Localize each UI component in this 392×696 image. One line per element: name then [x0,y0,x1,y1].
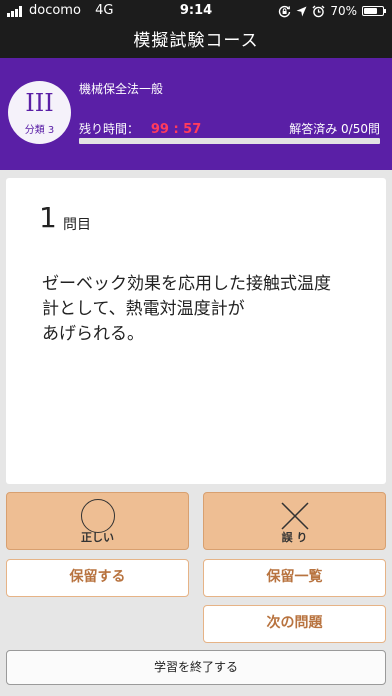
circle-icon [80,499,115,533]
battery-level [364,8,377,14]
remaining-time-value: 99 : 57 [150,122,202,137]
nav-title: 模擬試験コース [133,31,259,51]
cross-icon [280,502,309,530]
battery-percent: 70% [330,4,357,18]
battery-icon [362,6,386,16]
wrong-button-label: 誤 り [281,531,308,544]
category-badge: III 分類 3 [8,81,71,144]
progress-bar [79,138,380,144]
next-question-button-label: 次の問題 [266,615,323,631]
correct-button-label: 正しい [81,531,114,544]
hold-list-button[interactable]: 保留一覧 [203,559,386,597]
wrong-button[interactable]: 誤 り [203,492,386,550]
top-bar: docomo 4G 9:14 70% 模擬試験コース [0,0,392,58]
question-card: 1 問目 ゼーベック効果を応用した接触式温度 計として、熱電対温度計が あげられ… [6,178,386,484]
question-number-label: 問目 [63,217,91,233]
remaining-time-label: 残り時間： [79,122,140,136]
hold-button-label: 保留する [69,569,126,585]
status-icons: 70% [278,3,386,19]
answered-count: 解答済み 0/50問 [289,122,380,136]
remaining-time: 残り時間： 99 : 57 [79,120,201,137]
alarm-icon [312,5,325,17]
question-text: ゼーベック効果を応用した接触式温度 計として、熱電対温度計が あげられる。 [42,274,331,344]
status-bar: docomo 4G 9:14 70% [0,0,392,22]
category-numeral: III [25,89,54,117]
exam-header: III 分類 3 機械保全法一般 残り時間： 99 : 57 解答済み 0/50… [0,58,392,170]
category-label: 分類 3 [24,125,55,136]
correct-button[interactable]: 正しい [6,492,189,550]
lock-rotation-icon [279,5,291,17]
subject-title: 機械保全法一般 [79,82,164,96]
hold-button[interactable]: 保留する [6,559,189,597]
location-arrow-icon [296,6,307,16]
hold-list-button-label: 保留一覧 [266,569,323,585]
finish-study-button[interactable]: 学習を終了する [6,650,386,685]
question-number: 1 [39,201,57,234]
next-question-button[interactable]: 次の問題 [203,605,386,643]
